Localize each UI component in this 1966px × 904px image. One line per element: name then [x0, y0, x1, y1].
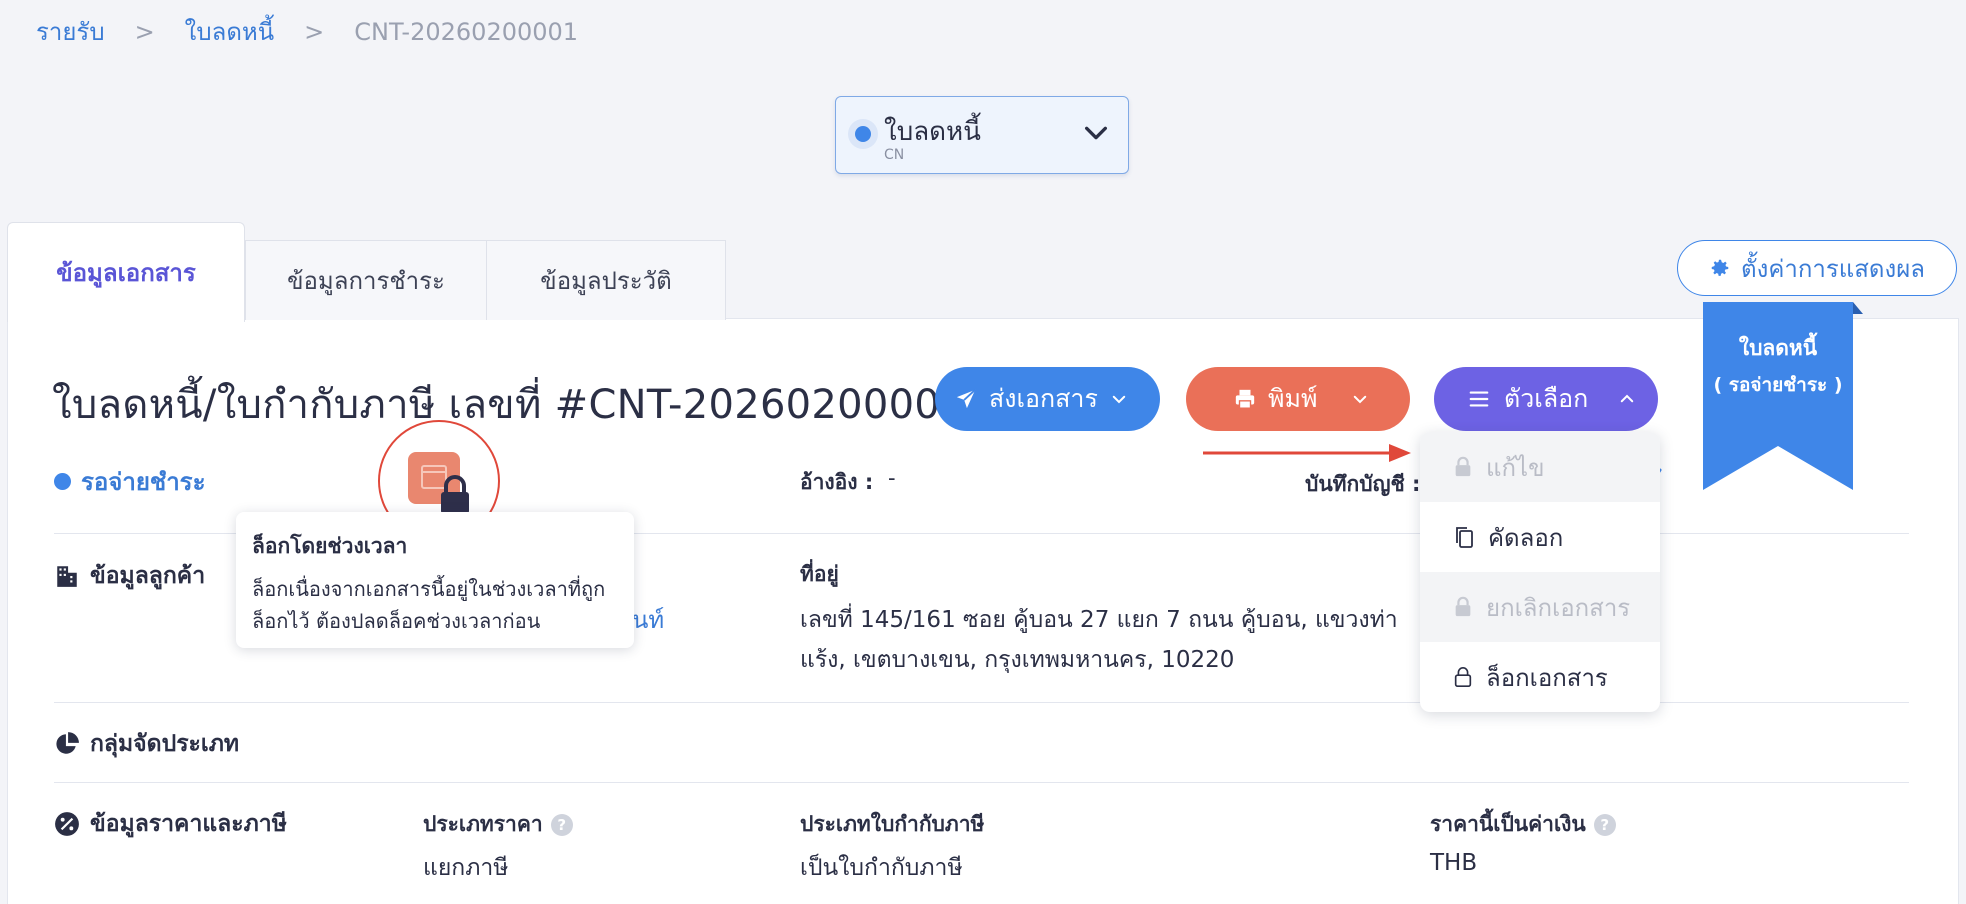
accounting-label: บันทึกบัญชี : [1305, 472, 1421, 496]
radio-dot-icon [848, 119, 878, 149]
price-type-label-text: ประเภทราคา [423, 812, 543, 836]
document-type-code: CN [884, 147, 905, 163]
lock-icon [1455, 596, 1471, 617]
chevron-down-icon[interactable] [1351, 390, 1369, 408]
percent-badge-icon [55, 812, 79, 836]
breadcrumb-income[interactable]: รายรับ [36, 12, 105, 51]
address-line: แร้ง, เขตบางเขน, กรุงเทพมหานคร, 10220 [800, 647, 1235, 673]
chevron-up-icon [1621, 394, 1634, 403]
status-text: รอจ่ายชำระ [81, 468, 206, 496]
tax-invoice-type-value: เป็นใบกำกับภาษี [800, 855, 963, 881]
currency-label: ราคานี้เป็นค่าเงิน ? [1430, 808, 1616, 841]
tab-history-info[interactable]: ข้อมูลประวัติ [486, 240, 726, 320]
options-dropdown-menu: แก้ไข คัดลอก ยกเลิกเอกสาร ล็อกเอกสาร [1420, 432, 1660, 712]
chevron-down-icon [1112, 395, 1126, 404]
print-label: พิมพ์ [1268, 384, 1318, 413]
breadcrumb-current: CNT-20260200001 [354, 17, 579, 46]
breadcrumb-separator: > [134, 17, 155, 46]
period-lock-icon[interactable] [408, 452, 472, 516]
customer-section-heading: ข้อมูลลูกค้า [54, 558, 205, 594]
help-icon[interactable]: ? [550, 813, 573, 836]
display-settings-label: ตั้งค่าการแสดงผล [1741, 254, 1925, 283]
breadcrumb: รายรับ > ใบลดหนี้ > CNT-20260200001 [36, 12, 578, 51]
help-icon[interactable]: ? [1593, 813, 1616, 836]
menu-icon [1469, 391, 1489, 407]
category-section-heading: กลุ่มจัดประเภท [54, 726, 239, 762]
menu-item-edit[interactable]: แก้ไข [1420, 432, 1660, 502]
status-ribbon: ใบลดหนี้ ( รอจ่ายชำระ ) [1703, 302, 1863, 490]
printer-icon [1235, 389, 1255, 409]
document-type-selector[interactable]: ใบลดหนี้ CN [835, 96, 1129, 174]
price-type-label: ประเภทราคา ? [423, 808, 573, 841]
gear-icon [1711, 259, 1729, 276]
print-button[interactable]: พิมพ์ [1186, 367, 1410, 431]
tooltip-line: ล็อกไว้ ต้องปลดล็อคช่วงเวลาก่อน [252, 609, 541, 633]
copy-icon [1456, 527, 1473, 548]
building-icon [57, 566, 77, 587]
menu-item-label: คัดลอก [1488, 523, 1564, 552]
tooltip-title: ล็อกโดยช่วงเวลา [252, 534, 408, 558]
status-dot-icon [54, 473, 71, 490]
menu-item-copy[interactable]: คัดลอก [1420, 502, 1660, 572]
pricing-section-heading: ข้อมูลราคาและภาษี [54, 806, 287, 842]
tooltip-line: ล็อกเนื่องจากเอกสารนี้อยู่ในช่วงเวลาที่ถ… [252, 577, 606, 601]
page-title: ใบลดหนี้/ใบกำกับภาษี เลขที่ #CNT-2026020… [52, 382, 966, 428]
ribbon-line2: ( รอจ่ายชำระ ) [1713, 374, 1843, 396]
currency-value: THB [1430, 850, 1478, 876]
breadcrumb-credit-note[interactable]: ใบลดหนี้ [185, 12, 274, 51]
address-label: ที่อยู่ [800, 562, 839, 586]
price-type-value: แยกภาษี [423, 855, 509, 881]
menu-item-lock-document[interactable]: ล็อกเอกสาร [1420, 642, 1660, 712]
lock-outline-icon [1454, 667, 1472, 687]
currency-label-text: ราคานี้เป็นค่าเงิน [1430, 812, 1586, 836]
tax-invoice-type-label: ประเภทใบกำกับภาษี [800, 812, 985, 836]
customer-heading-text: ข้อมูลลูกค้า [90, 563, 206, 589]
reference-label: อ้างอิง : [800, 470, 874, 494]
address-line: เลขที่ 145/161 ซอย คู้บอน 27 แยก 7 ถนน ค… [800, 607, 1398, 633]
send-document-button[interactable]: ส่งเอกสาร [935, 367, 1160, 431]
reference-value: - [888, 466, 896, 490]
divider [54, 782, 1909, 783]
lock-icon [1455, 456, 1471, 477]
tab-payment-info[interactable]: ข้อมูลการชำระ [245, 240, 487, 320]
pie-chart-icon [56, 732, 79, 754]
chevron-down-icon [1085, 126, 1107, 140]
paper-plane-icon [956, 389, 976, 409]
annotation-arrow-icon [1203, 444, 1411, 462]
document-type-title: ใบลดหนี้ [884, 117, 981, 147]
menu-item-label: แก้ไข [1486, 453, 1545, 482]
tooltip-body: ล็อกเนื่องจากเอกสารนี้อยู่ในช่วงเวลาที่ถ… [252, 573, 618, 637]
category-heading-text: กลุ่มจัดประเภท [90, 731, 240, 757]
tab-document-info[interactable]: ข้อมูลเอกสาร [7, 222, 245, 322]
breadcrumb-separator: > [304, 17, 325, 46]
customer-address: เลขที่ 145/161 ซอย คู้บอน 27 แยก 7 ถนน ค… [800, 600, 1400, 680]
options-button[interactable]: ตัวเลือก [1434, 367, 1658, 431]
lock-tooltip: ล็อกโดยช่วงเวลา ล็อกเนื่องจากเอกสารนี้อย… [236, 512, 634, 648]
send-document-label: ส่งเอกสาร [989, 384, 1098, 413]
ribbon-line1: ใบลดหนี้ [1738, 336, 1818, 360]
display-settings-button[interactable]: ตั้งค่าการแสดงผล [1677, 240, 1957, 296]
menu-item-cancel-document[interactable]: ยกเลิกเอกสาร [1420, 572, 1660, 642]
menu-item-label: ยกเลิกเอกสาร [1486, 593, 1631, 622]
customer-name-link[interactable]: นท์ [632, 600, 664, 639]
menu-item-label: ล็อกเอกสาร [1486, 663, 1608, 692]
status-badge: รอจ่ายชำระ [54, 462, 205, 501]
pricing-heading-text: ข้อมูลราคาและภาษี [90, 811, 287, 837]
options-label: ตัวเลือก [1504, 384, 1589, 413]
